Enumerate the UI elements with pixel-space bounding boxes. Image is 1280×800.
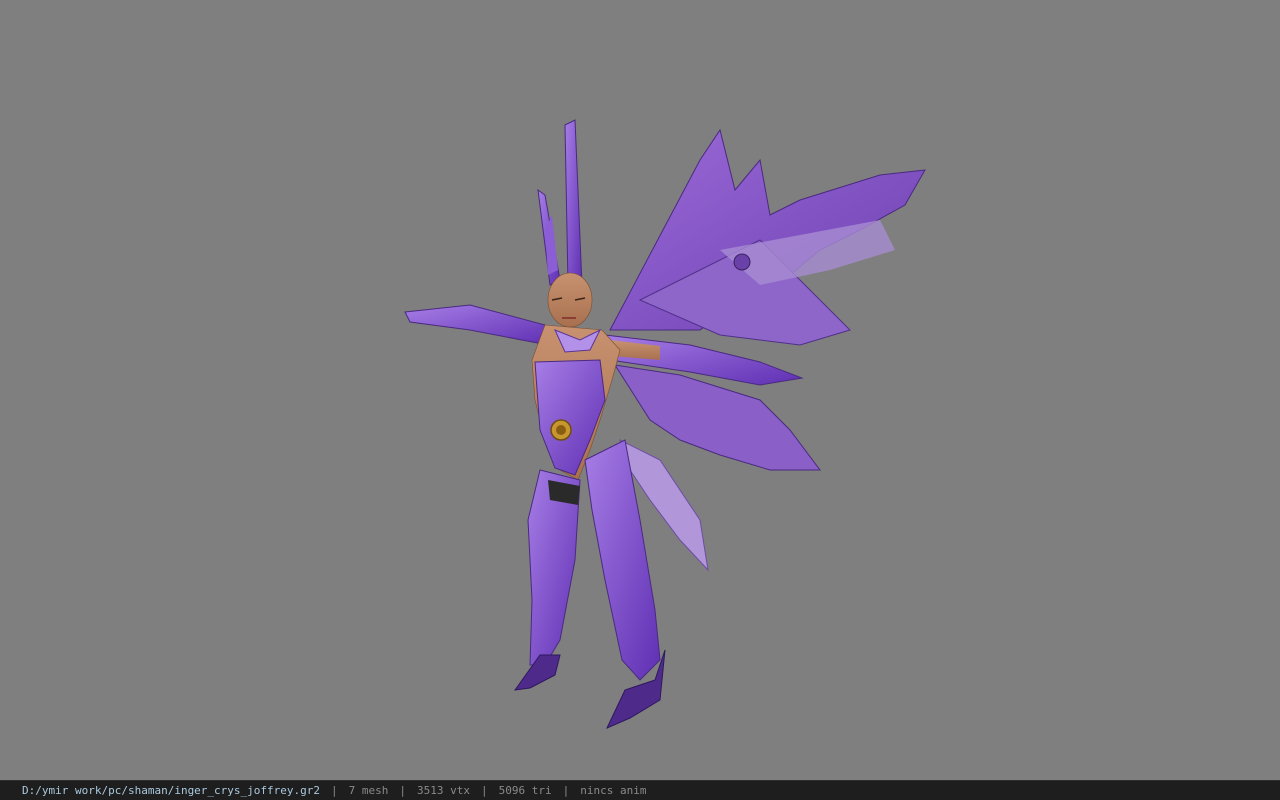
file-path: D:/ymir work/pc/shaman/inger_crys_joffre… (22, 784, 321, 797)
separator: | (481, 784, 488, 797)
anim-status: nincs anim (580, 784, 647, 797)
separator: | (331, 784, 338, 797)
mesh-count: 7 mesh (348, 784, 389, 797)
triangle-count: 5096 tri (498, 784, 552, 797)
status-bar: D:/ymir work/pc/shaman/inger_crys_joffre… (0, 780, 1280, 800)
3d-viewport[interactable] (0, 0, 1280, 780)
character-model[interactable] (0, 0, 1280, 780)
separator: | (562, 784, 570, 797)
head (547, 272, 593, 328)
separator: | (399, 784, 407, 797)
headdress (537, 119, 583, 286)
vertex-count: 3513 vtx (417, 784, 470, 797)
